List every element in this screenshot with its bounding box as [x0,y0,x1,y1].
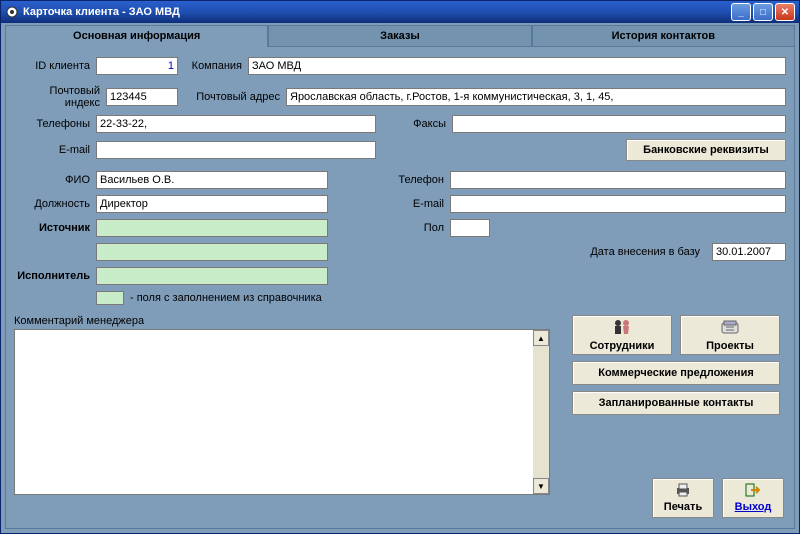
faxes-field[interactable] [452,115,786,133]
scroll-track[interactable] [533,346,549,478]
tab-main-info[interactable]: Основная информация [5,25,268,47]
window-title: Карточка клиента - ЗАО МВД [23,6,731,18]
rolodex-icon [720,319,740,338]
legend-text: - поля с заполнением из справочника [130,292,322,304]
exit-button[interactable]: Выход [722,478,784,518]
phones-field[interactable] [96,115,376,133]
window-controls: _ □ ✕ [731,3,795,21]
app-window: Карточка клиента - ЗАО МВД _ □ ✕ Основна… [0,0,800,534]
minimize-button[interactable]: _ [731,3,751,21]
label-postcode: Почтовый индекс [14,85,106,109]
close-button[interactable]: ✕ [775,3,795,21]
label-position: Должность [14,198,96,210]
source-extra-field[interactable] [96,243,328,261]
projects-button[interactable]: Проекты [680,315,780,355]
label-email2: E-mail [328,198,450,210]
tab-contact-history[interactable]: История контактов [532,25,795,47]
label-comment: Комментарий менеджера [14,315,550,327]
legend-swatch [96,291,124,305]
position-field[interactable] [96,195,328,213]
executor-field[interactable] [96,267,328,285]
tab-strip: Основная информация Заказы История конта… [5,25,795,47]
label-gender: Пол [328,222,450,234]
planned-contacts-button[interactable]: Запланированные контакты [572,391,780,415]
label-phones: Телефоны [14,118,96,130]
source-field[interactable] [96,219,328,237]
app-icon [5,5,19,19]
client-area: Основная информация Заказы История конта… [5,25,795,529]
titlebar: Карточка клиента - ЗАО МВД _ □ ✕ [1,1,799,23]
employees-button[interactable]: Сотрудники [572,315,672,355]
phone-field[interactable] [450,171,786,189]
exit-icon [745,483,761,500]
textarea-scrollbar[interactable]: ▲ ▼ [533,330,549,494]
print-button[interactable]: Печать [652,478,714,518]
postaddr-field[interactable] [286,88,786,106]
printer-icon [674,483,692,500]
label-executor: Исполнитель [14,270,96,282]
email2-field[interactable] [450,195,786,213]
label-company: Компания [178,60,248,72]
label-client-id: ID клиента [14,60,96,72]
tab-content: ID клиента Компания Почтовый индекс Почт… [5,47,795,529]
company-field[interactable] [248,57,786,75]
gender-field[interactable] [450,219,490,237]
email-field[interactable] [96,141,376,159]
label-fio: ФИО [14,174,96,186]
scroll-down-button[interactable]: ▼ [533,478,549,494]
maximize-button[interactable]: □ [753,3,773,21]
label-email: E-mail [14,144,96,156]
label-phone: Телефон [328,174,450,186]
date-added-field[interactable] [712,243,786,261]
tab-orders[interactable]: Заказы [268,25,531,47]
bank-details-button[interactable]: Банковские реквизиты [626,139,786,161]
fio-field[interactable] [96,171,328,189]
label-source: Источник [14,222,96,234]
label-faxes: Факсы [376,118,452,130]
label-postaddr: Почтовый адрес [178,91,286,103]
scroll-up-button[interactable]: ▲ [533,330,549,346]
label-date-added: Дата внесения в базу [590,246,706,258]
comment-textarea[interactable] [14,329,550,495]
client-id-field[interactable] [96,57,178,75]
people-icon [613,319,631,338]
commercial-offers-button[interactable]: Коммерческие предложения [572,361,780,385]
postcode-field[interactable] [106,88,178,106]
